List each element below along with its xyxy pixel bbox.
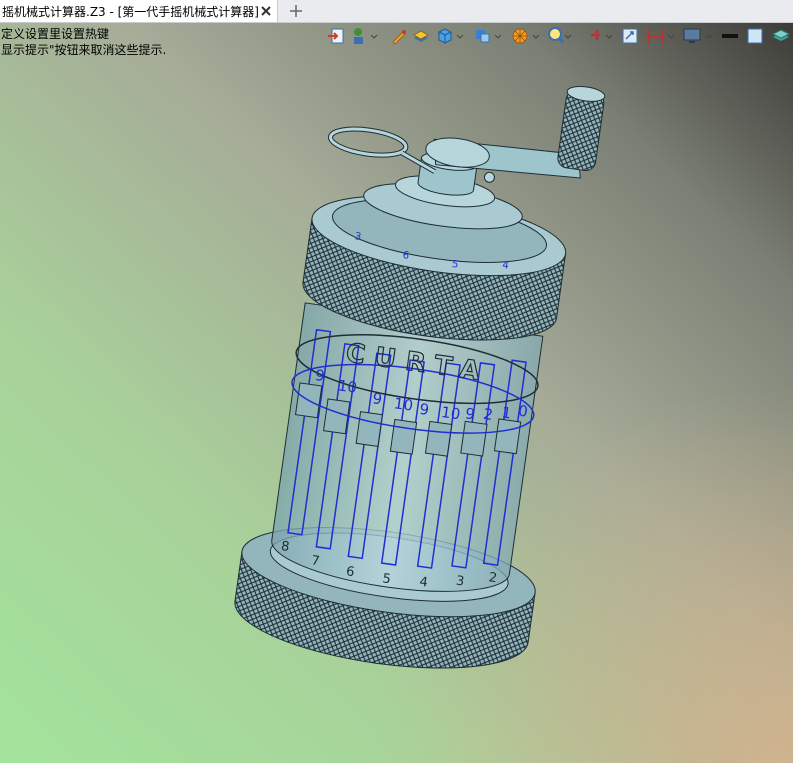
crank-handle — [557, 90, 605, 172]
close-icon[interactable] — [258, 3, 274, 19]
line-color-icon[interactable] — [720, 26, 740, 46]
view-toolbar — [0, 26, 793, 46]
shading-icon[interactable] — [412, 26, 430, 46]
dimension-icon[interactable] — [646, 26, 676, 46]
import-icon[interactable] — [326, 26, 346, 46]
tab-title: 摇机械式计算器.Z3 - [第一代手摇机械式计算器] — [2, 4, 259, 19]
manager-icon[interactable] — [350, 26, 378, 46]
monitor-icon[interactable] — [682, 26, 714, 46]
cube-view-icon[interactable] — [436, 26, 464, 46]
fill-color-icon[interactable] — [746, 26, 764, 46]
pin-icon[interactable] — [588, 26, 614, 46]
counter-digit: 10 — [440, 403, 461, 423]
curta-calculator-model[interactable]: CURTA 9 10 9 10 9 10 9 2 1 0 8 7 6 5 4 3… — [0, 23, 793, 763]
plus-icon[interactable] — [287, 2, 305, 20]
view-fit-icon[interactable] — [621, 26, 639, 46]
pen-icon[interactable] — [390, 26, 408, 46]
counter-digit: 10 — [337, 376, 358, 396]
counter-digit: 10 — [393, 394, 414, 414]
layer-icon[interactable] — [771, 26, 791, 46]
render-mode-icon[interactable] — [474, 26, 502, 46]
document-tab[interactable]: 摇机械式计算器.Z3 - [第一代手摇机械式计算器] — [0, 0, 278, 22]
filter-icon[interactable] — [510, 26, 540, 46]
tab-bar: 摇机械式计算器.Z3 - [第一代手摇机械式计算器] — [0, 0, 793, 23]
zoom-icon[interactable] — [546, 26, 572, 46]
